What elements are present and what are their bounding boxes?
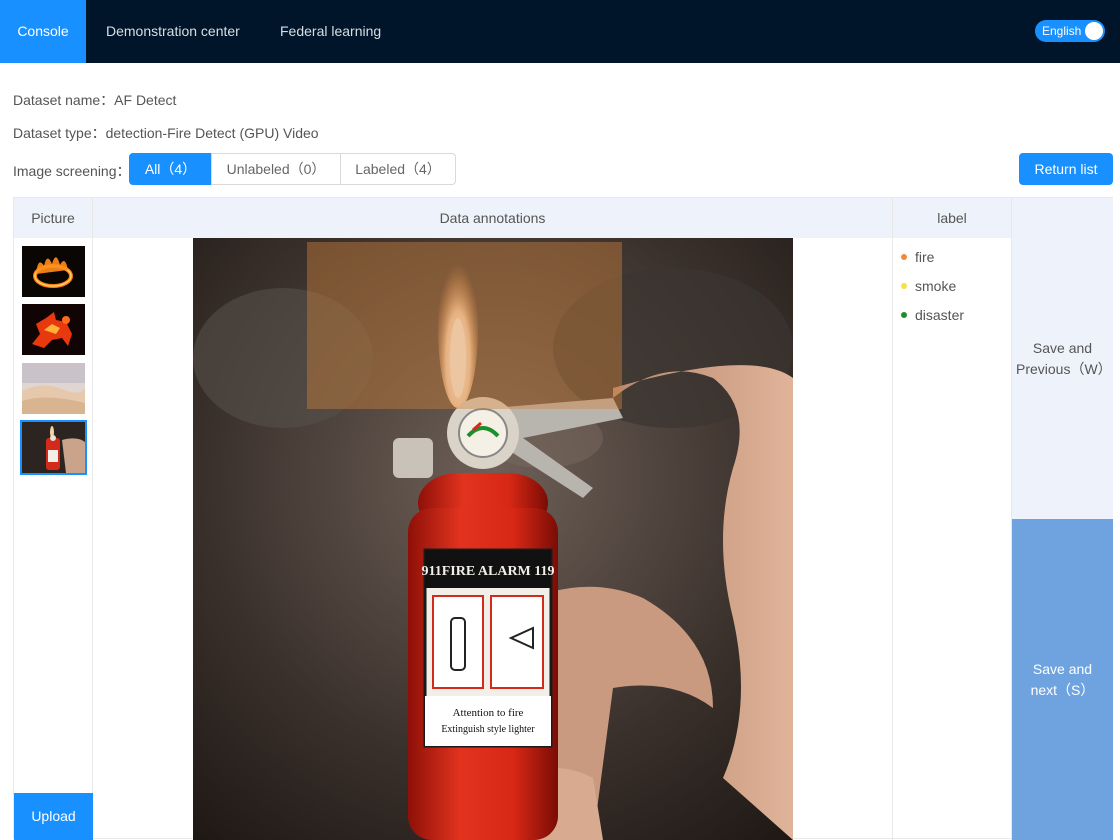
- label-dot-icon: [901, 283, 907, 290]
- label-item-smoke[interactable]: smoke: [901, 276, 956, 296]
- toggle-knob-icon: [1085, 22, 1103, 40]
- label-name: smoke: [915, 278, 957, 294]
- dataset-name-value: AF Detect: [114, 92, 177, 108]
- dataset-name: Dataset name：AF Detect: [13, 90, 176, 110]
- label-dot-icon: [901, 254, 907, 261]
- header-picture: Picture: [14, 198, 93, 238]
- return-list-button[interactable]: Return list: [1019, 153, 1113, 185]
- annotation-table: Picture Data annotations label Upload 91…: [13, 197, 1113, 840]
- header-data-annotations: Data annotations: [93, 198, 893, 238]
- fire-ring-image-icon: [22, 246, 85, 297]
- annotation-bounding-box[interactable]: [307, 242, 622, 409]
- save-and-previous-line2: Previous（W）: [1016, 360, 1112, 377]
- save-and-previous-label: Save and Previous（W）: [1016, 338, 1112, 380]
- thumbnail-desert[interactable]: [22, 363, 85, 414]
- nav-console[interactable]: Console: [0, 0, 86, 63]
- desert-dunes-image-icon: [22, 363, 85, 414]
- dataset-type-label: Dataset type：: [13, 125, 106, 141]
- image-text-extinguish: Extinguish style lighter: [441, 724, 535, 735]
- language-toggle[interactable]: English: [1035, 20, 1105, 42]
- save-and-next-line2: next（S）: [1030, 681, 1095, 698]
- save-and-next-label: Save and next（S）: [1031, 659, 1095, 701]
- header-label: label: [893, 198, 1012, 238]
- picture-column: Upload: [14, 238, 93, 840]
- upload-button[interactable]: Upload: [14, 793, 93, 840]
- lighter-extinguisher-image-icon: [22, 422, 85, 473]
- thumbnail-lighter[interactable]: [20, 420, 87, 475]
- annotation-area: 911FIRE ALARM 119 Attention to fire Exti…: [93, 238, 893, 840]
- image-text-alarm: 911FIRE ALARM 119: [421, 564, 554, 579]
- nav-demonstration-center[interactable]: Demonstration center: [106, 0, 240, 63]
- label-name: disaster: [915, 307, 965, 323]
- thumbnail-fire-horse[interactable]: [22, 304, 85, 355]
- filter-all-button[interactable]: All（4）: [129, 153, 212, 185]
- save-and-next-line1: Save and: [1032, 660, 1093, 677]
- dataset-type-value: detection-Fire Detect (GPU) Video: [105, 125, 319, 141]
- save-and-next-button[interactable]: Save and next（S）: [1012, 519, 1113, 840]
- save-and-previous-line1: Save and: [1032, 339, 1093, 356]
- filter-unlabeled-button[interactable]: Unlabeled（0）: [211, 153, 341, 185]
- label-name: fire: [915, 249, 935, 265]
- label-item-fire[interactable]: fire: [901, 247, 934, 267]
- save-and-previous-button[interactable]: Save and Previous（W）: [1012, 198, 1113, 519]
- language-label: English: [1042, 24, 1082, 38]
- image-text-attention: Attention to fire: [453, 707, 524, 719]
- label-dot-icon: [901, 312, 907, 319]
- thumbnail-fire-ring[interactable]: [22, 246, 85, 297]
- image-screening-label: Image screening：: [13, 163, 131, 179]
- top-nav: Console Demonstration center Federal lea…: [0, 0, 1120, 63]
- nav-federal-learning[interactable]: Federal learning: [280, 0, 381, 63]
- action-column: Save and Previous（W） Save and next（S）: [1012, 198, 1113, 840]
- annotation-image[interactable]: 911FIRE ALARM 119 Attention to fire Exti…: [193, 238, 793, 840]
- label-item-disaster[interactable]: disaster: [901, 305, 964, 325]
- fire-horse-image-icon: [22, 304, 85, 355]
- dataset-type: Dataset type：detection-Fire Detect (GPU)…: [13, 123, 319, 143]
- filter-labeled-button[interactable]: Labeled（4）: [340, 153, 456, 185]
- label-column: fire smoke disaster: [893, 238, 1012, 840]
- dataset-name-label: Dataset name：: [13, 92, 115, 108]
